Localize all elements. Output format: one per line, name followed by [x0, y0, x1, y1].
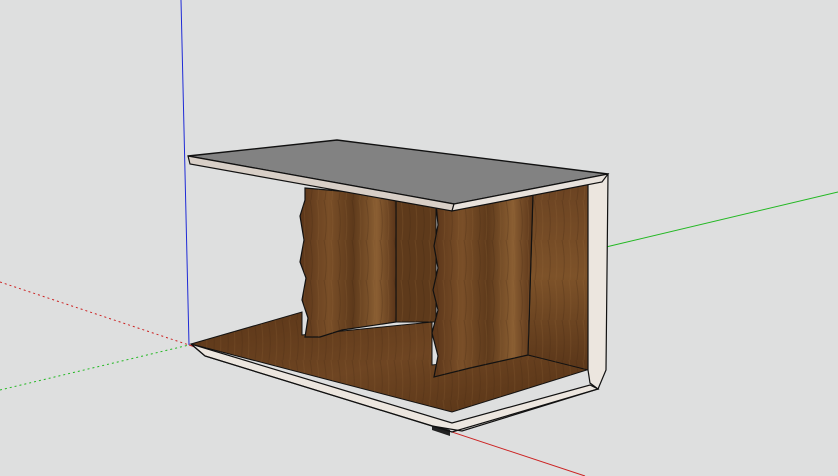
right-inner-wall-grain — [528, 183, 588, 370]
right-side-slab — [587, 173, 609, 390]
left-live-edge-leg-grain — [300, 188, 396, 337]
3d-scene[interactable] — [0, 0, 838, 476]
front-live-edge-leg-grain — [432, 194, 533, 377]
back-panel-grain — [396, 196, 436, 322]
sketchup-viewport[interactable] — [0, 0, 838, 476]
